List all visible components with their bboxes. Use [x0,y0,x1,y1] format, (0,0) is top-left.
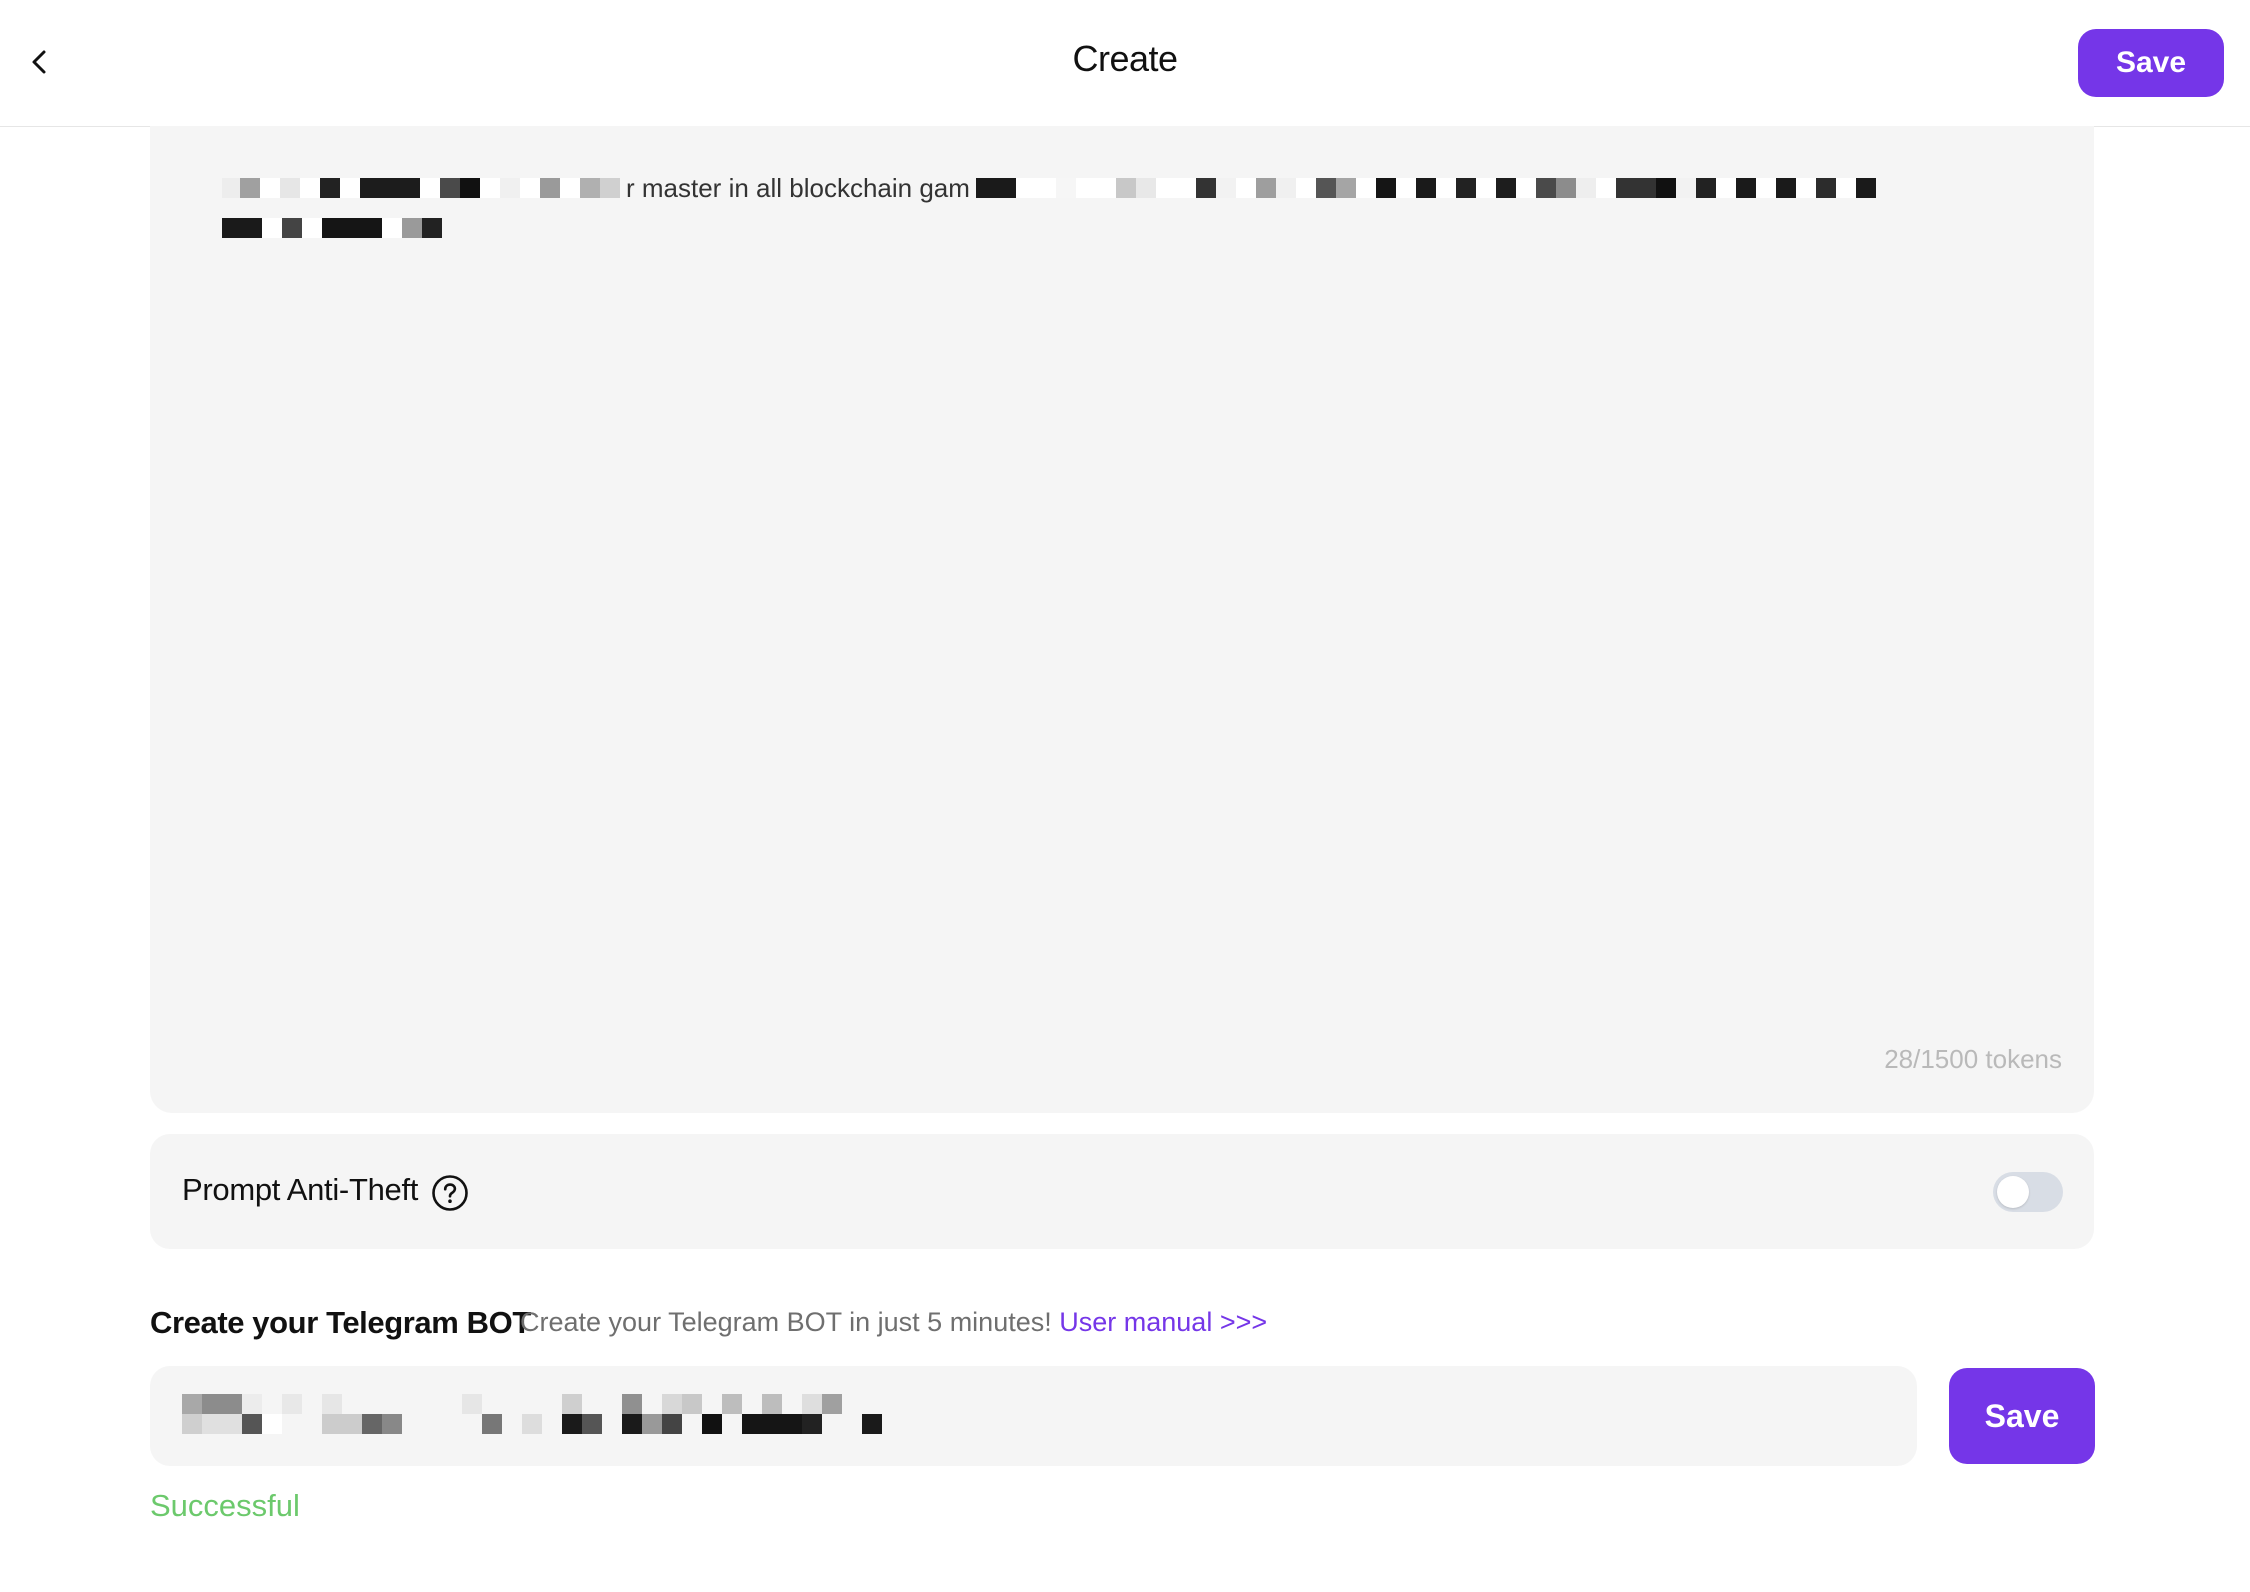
redacted-line-2 [222,208,1982,248]
status-message: Successful [150,1488,300,1523]
prompt-textarea[interactable]: r master in all blockchain gam 28/1500 t… [150,126,2094,1113]
redacted-line-1: r master in all blockchain gam [222,168,1982,208]
user-manual-link[interactable]: User manual >>> [1059,1307,1267,1337]
telegram-subtitle: Create your Telegram BOT in just 5 minut… [520,1307,1267,1338]
anti-theft-row: Prompt Anti-Theft [150,1134,2094,1249]
telegram-subtitle-text: Create your Telegram BOT in just 5 minut… [520,1307,1052,1337]
redacted-token-value [182,1394,882,1434]
prompt-visible-text: r master in all blockchain gam [626,173,970,203]
question-circle-icon[interactable] [431,1174,469,1212]
anti-theft-toggle[interactable] [1993,1172,2063,1212]
top-bar: Create Save [0,0,2250,127]
page-title: Create [1072,38,1178,79]
header-save-button[interactable]: Save [2078,29,2224,97]
telegram-save-button[interactable]: Save [1949,1368,2095,1464]
token-counter: 28/1500 tokens [1884,1044,2062,1074]
telegram-token-input[interactable] [150,1366,1917,1466]
toggle-knob [1997,1176,2029,1208]
telegram-section-title: Create your Telegram BOT [150,1305,531,1340]
prompt-content: r master in all blockchain gam [222,168,1982,248]
anti-theft-label: Prompt Anti-Theft [182,1172,419,1207]
